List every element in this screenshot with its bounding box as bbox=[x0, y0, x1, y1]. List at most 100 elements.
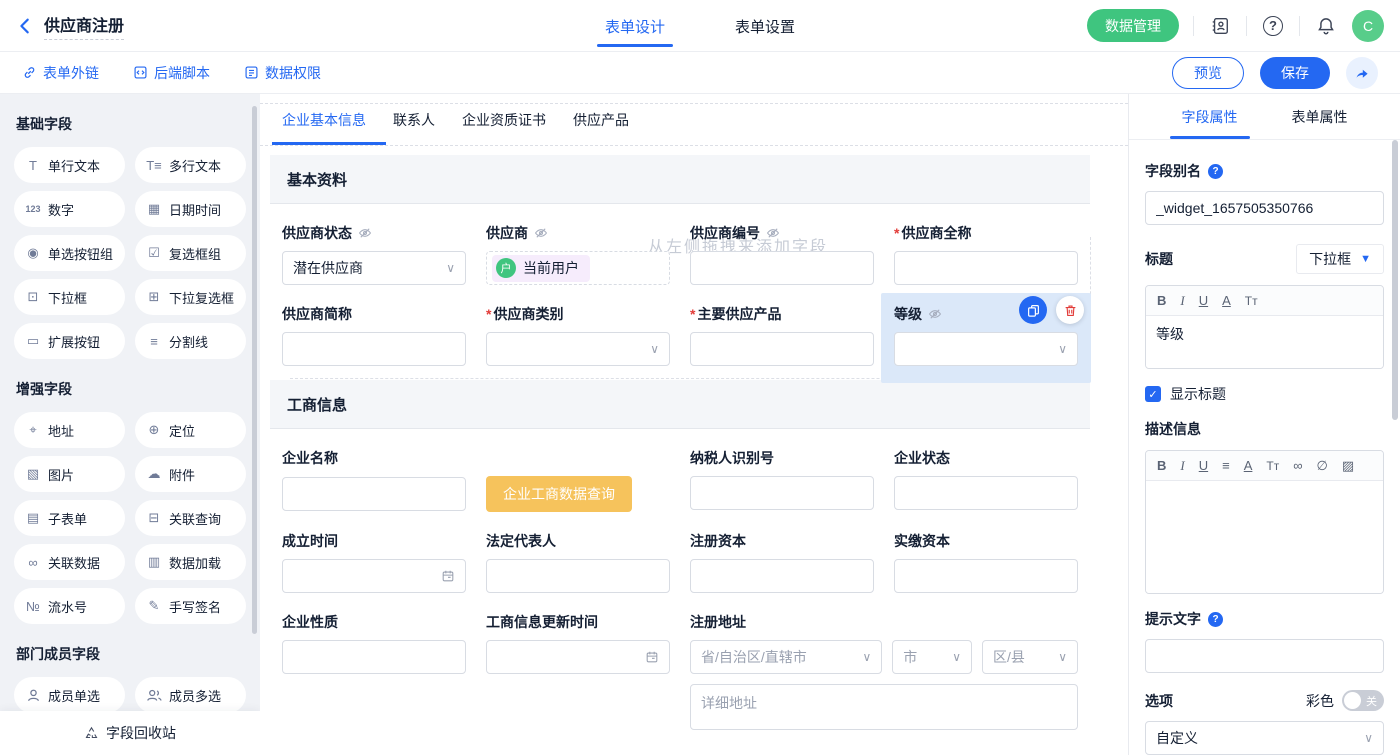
field-item-single-line-text[interactable]: T单行文本 bbox=[14, 147, 125, 183]
insert-image-icon[interactable]: ▨ bbox=[1342, 459, 1354, 472]
description-editor-content[interactable] bbox=[1146, 481, 1383, 593]
bold-icon[interactable]: B bbox=[1157, 459, 1166, 472]
business-data-query-button[interactable]: 企业工商数据查询 bbox=[486, 476, 632, 512]
text-input[interactable] bbox=[701, 568, 863, 584]
insert-link-icon[interactable]: ∞ bbox=[1293, 459, 1302, 472]
help-icon[interactable]: ? bbox=[1208, 164, 1223, 179]
field-item-attachment[interactable]: ☁附件 bbox=[135, 456, 246, 492]
text-input[interactable] bbox=[293, 341, 455, 357]
back-button[interactable] bbox=[16, 17, 34, 35]
field-input[interactable] bbox=[690, 251, 874, 285]
text-input[interactable] bbox=[497, 568, 659, 584]
preview-button[interactable]: 预览 bbox=[1172, 57, 1244, 89]
toolbar-link-1[interactable]: 后端脚本 bbox=[133, 63, 210, 83]
field-item-dropdown[interactable]: ⊡下拉框 bbox=[14, 279, 125, 315]
font-size-icon[interactable]: Tт bbox=[1266, 460, 1279, 472]
field-item-member-multi[interactable]: 成员多选 bbox=[135, 677, 246, 713]
panel-tab-0[interactable]: 字段属性 bbox=[1178, 94, 1242, 139]
title-editor-content[interactable]: 等级 bbox=[1146, 316, 1383, 368]
italic-icon[interactable]: I bbox=[1180, 294, 1184, 307]
text-input[interactable] bbox=[293, 649, 455, 665]
field-item-member-single[interactable]: 成员单选 bbox=[14, 677, 125, 713]
delete-field-button[interactable] bbox=[1056, 296, 1084, 324]
field-item-radio-group[interactable]: ◉单选按钮组 bbox=[14, 235, 125, 271]
font-color-icon[interactable]: A bbox=[1222, 294, 1231, 307]
field-item-datetime[interactable]: ▦日期时间 bbox=[135, 191, 246, 227]
field-item-location[interactable]: ⊕定位 bbox=[135, 412, 246, 448]
field-input[interactable] bbox=[894, 251, 1078, 285]
field-item-multi-line-text[interactable]: T≡多行文本 bbox=[135, 147, 246, 183]
panel-tab-1[interactable]: 表单属性 bbox=[1288, 94, 1352, 139]
hint-text-input[interactable] bbox=[1145, 639, 1384, 673]
address-select[interactable]: 区/县∨ bbox=[982, 640, 1078, 674]
text-input[interactable] bbox=[701, 485, 863, 501]
notification-bell-icon[interactable] bbox=[1314, 14, 1338, 38]
underline-icon[interactable]: U bbox=[1199, 459, 1208, 472]
underline-icon[interactable]: U bbox=[1199, 294, 1208, 307]
header-tab-0[interactable]: 表单设计 bbox=[599, 0, 671, 52]
italic-icon[interactable]: I bbox=[1180, 459, 1184, 472]
field-input[interactable] bbox=[894, 476, 1078, 510]
field-item-address[interactable]: ⌖地址 bbox=[14, 412, 125, 448]
field-input[interactable] bbox=[690, 332, 874, 366]
field-item-data-load[interactable]: ▥数据加载 bbox=[135, 544, 246, 580]
field-item-subform[interactable]: ▤子表单 bbox=[14, 500, 125, 536]
toolbar-link-0[interactable]: 表单外链 bbox=[22, 63, 99, 83]
options-source-select[interactable]: 自定义 ∨ bbox=[1145, 721, 1384, 755]
panel-scrollbar-thumb[interactable] bbox=[1392, 140, 1398, 420]
text-input[interactable] bbox=[701, 260, 863, 276]
address-select[interactable]: 省/自治区/直辖市∨ bbox=[690, 640, 882, 674]
date-input[interactable] bbox=[293, 568, 441, 584]
font-color-icon[interactable]: A bbox=[1244, 459, 1253, 472]
copy-field-button[interactable] bbox=[1019, 296, 1047, 324]
field-item-serial-number[interactable]: №流水号 bbox=[14, 588, 125, 624]
field-date-input[interactable] bbox=[486, 640, 670, 674]
form-page-tab-0[interactable]: 企业基本信息 bbox=[282, 94, 366, 145]
field-recycle-bin[interactable]: 字段回收站 bbox=[0, 711, 260, 755]
field-input[interactable] bbox=[282, 640, 466, 674]
color-toggle[interactable]: 关 bbox=[1342, 690, 1384, 711]
text-input[interactable] bbox=[905, 260, 1067, 276]
bold-icon[interactable]: B bbox=[1157, 294, 1166, 307]
address-select[interactable]: 市∨ bbox=[892, 640, 972, 674]
font-size-icon[interactable]: Tт bbox=[1245, 295, 1258, 307]
text-input[interactable] bbox=[905, 568, 1067, 584]
text-input[interactable] bbox=[701, 341, 863, 357]
toolbar-link-2[interactable]: 数据权限 bbox=[244, 63, 321, 83]
field-select[interactable]: ∨ bbox=[486, 332, 670, 366]
text-input[interactable] bbox=[293, 486, 455, 502]
field-type-dropdown[interactable]: 下拉框 ▼ bbox=[1296, 244, 1384, 274]
field-item-extend-button[interactable]: ▭扩展按钮 bbox=[14, 323, 125, 359]
field-user-default[interactable]: 户当前用户 bbox=[486, 251, 670, 285]
text-input[interactable] bbox=[905, 485, 1067, 501]
remove-link-icon[interactable]: ∅ bbox=[1317, 459, 1328, 472]
field-item-checkbox-group[interactable]: ☑复选框组 bbox=[135, 235, 246, 271]
data-manage-button[interactable]: 数据管理 bbox=[1087, 9, 1179, 42]
show-title-checkbox[interactable]: ✓ bbox=[1145, 386, 1161, 402]
field-alias-input[interactable] bbox=[1145, 191, 1384, 225]
field-input[interactable] bbox=[690, 559, 874, 593]
address-detail-textarea[interactable]: 详细地址 bbox=[690, 684, 1078, 730]
date-input[interactable] bbox=[497, 649, 645, 665]
user-avatar[interactable]: C bbox=[1352, 10, 1384, 42]
field-input[interactable] bbox=[282, 332, 466, 366]
help-icon[interactable]: ? bbox=[1208, 612, 1223, 627]
form-page-tab-2[interactable]: 企业资质证书 bbox=[462, 94, 546, 145]
field-select[interactable]: ∨ bbox=[894, 332, 1078, 366]
field-input[interactable] bbox=[690, 476, 874, 510]
field-input[interactable] bbox=[894, 559, 1078, 593]
header-tab-1[interactable]: 表单设置 bbox=[729, 0, 801, 52]
align-icon[interactable]: ≡ bbox=[1222, 459, 1230, 472]
contacts-icon[interactable] bbox=[1208, 14, 1232, 38]
field-item-image[interactable]: ▧图片 bbox=[14, 456, 125, 492]
field-item-divider[interactable]: ≡分割线 bbox=[135, 323, 246, 359]
share-button[interactable] bbox=[1346, 57, 1378, 89]
field-item-number[interactable]: 123数字 bbox=[14, 191, 125, 227]
field-input[interactable] bbox=[282, 477, 466, 511]
form-page-tab-3[interactable]: 供应产品 bbox=[573, 94, 629, 145]
field-item-linked-data[interactable]: ∞关联数据 bbox=[14, 544, 125, 580]
field-select[interactable]: 潜在供应商∨ bbox=[282, 251, 466, 285]
form-page-tab-1[interactable]: 联系人 bbox=[393, 94, 435, 145]
help-icon[interactable]: ? bbox=[1261, 14, 1285, 38]
field-item-multi-dropdown[interactable]: ⊞下拉复选框 bbox=[135, 279, 246, 315]
